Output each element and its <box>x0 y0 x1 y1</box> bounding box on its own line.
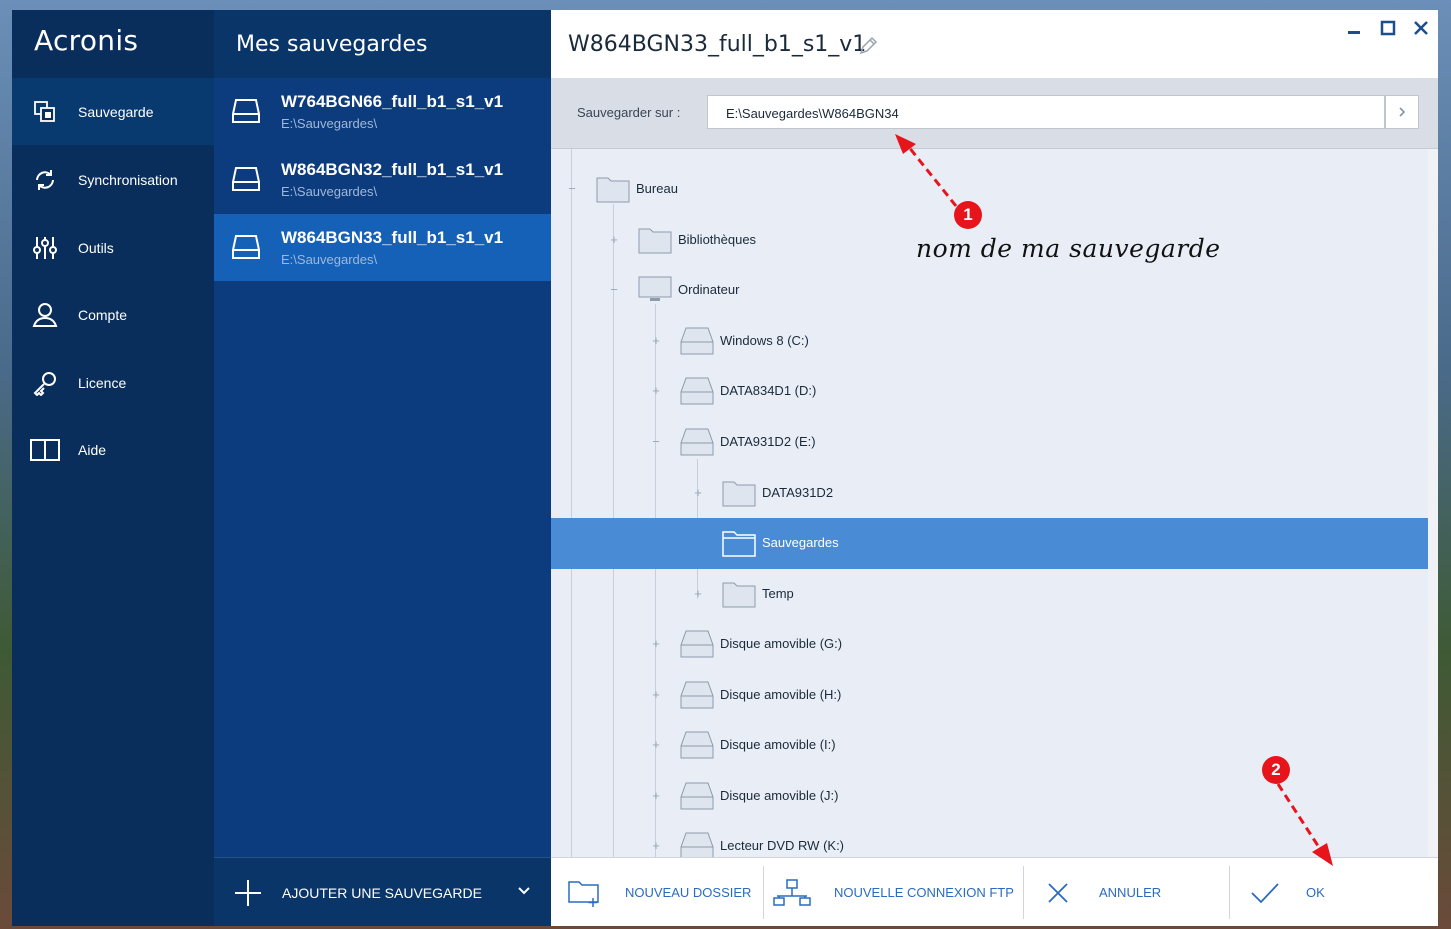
annotation-marker-1: 1 <box>954 201 982 229</box>
annotation-marker-2: 2 <box>1262 756 1290 784</box>
annotation-arrows <box>895 134 1333 866</box>
annotation-note: nom de ma sauvegarde <box>916 234 1221 263</box>
